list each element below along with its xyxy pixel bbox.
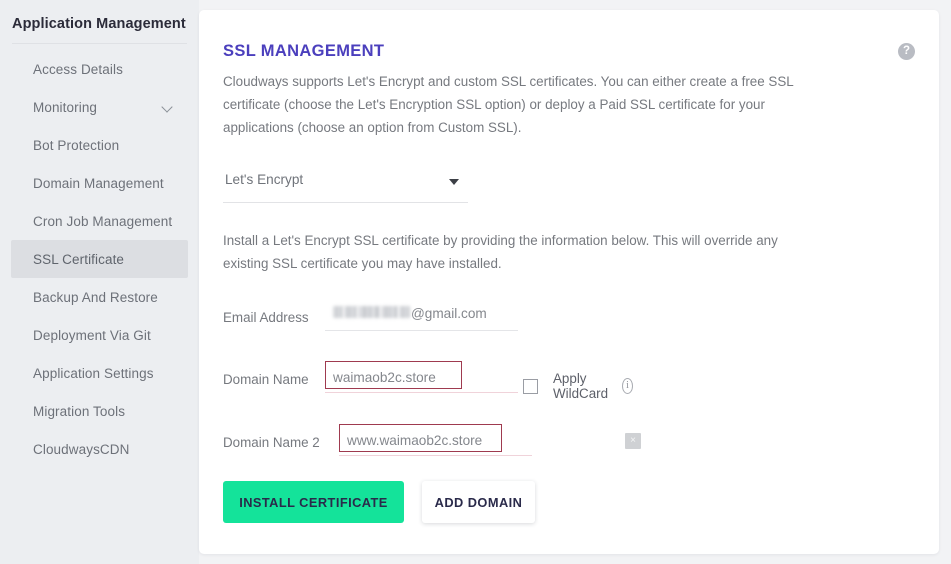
sidebar-item-cron-job-management[interactable]: Cron Job Management xyxy=(11,202,188,240)
sidebar-item-label: Backup And Restore xyxy=(33,289,158,305)
sidebar-item-application-settings[interactable]: Application Settings xyxy=(11,354,188,392)
sidebar-item-domain-management[interactable]: Domain Management xyxy=(11,164,188,202)
sidebar-item-label: Bot Protection xyxy=(33,137,120,153)
sidebar-item-ssl-certificate[interactable]: SSL Certificate xyxy=(11,240,188,278)
sidebar-item-label: CloudwaysCDN xyxy=(33,441,130,457)
email-address-row: Email Address @gmail.com xyxy=(223,303,518,337)
sidebar-item-access-details[interactable]: Access Details xyxy=(11,50,188,88)
remove-domain-icon[interactable]: × xyxy=(625,433,641,449)
sidebar-item-label: Monitoring xyxy=(33,99,98,115)
add-domain-button[interactable]: ADD DOMAIN xyxy=(422,481,535,523)
install-description: Install a Let's Encrypt SSL certificate … xyxy=(223,233,778,271)
ssl-type-selected-value: Let's Encrypt xyxy=(225,172,304,187)
apply-wildcard-checkbox[interactable] xyxy=(523,378,538,394)
email-address-label: Email Address xyxy=(223,310,309,325)
sidebar: Application Management Access Details Mo… xyxy=(0,0,199,564)
sidebar-item-bot-protection[interactable]: Bot Protection xyxy=(11,126,188,164)
sidebar-nav: Access Details Monitoring Bot Protection… xyxy=(0,50,199,468)
sidebar-item-label: Deployment Via Git xyxy=(33,327,151,343)
domain-name-field[interactable] xyxy=(325,365,518,393)
page-title: SSL MANAGEMENT xyxy=(223,42,385,60)
sidebar-item-backup-and-restore[interactable]: Backup And Restore xyxy=(11,278,188,316)
ssl-management-card: ? SSL MANAGEMENT Cloudways supports Let'… xyxy=(199,10,939,554)
sidebar-title: Application Management xyxy=(12,16,186,32)
sidebar-item-label: Domain Management xyxy=(33,175,164,191)
sidebar-item-migration-tools[interactable]: Migration Tools xyxy=(11,392,188,430)
chevron-down-icon xyxy=(163,102,174,113)
sidebar-item-deployment-via-git[interactable]: Deployment Via Git xyxy=(11,316,188,354)
domain-name-2-field-wrap: × xyxy=(339,424,641,456)
sidebar-item-label: Migration Tools xyxy=(33,403,126,419)
ssl-type-select[interactable]: Let's Encrypt xyxy=(223,168,468,203)
help-icon[interactable]: ? xyxy=(898,43,915,60)
email-field-wrap: @gmail.com xyxy=(325,303,518,331)
action-buttons: INSTALL CERTIFICATE ADD DOMAIN xyxy=(223,481,535,523)
domain-name-2-row: Domain Name 2 × xyxy=(223,424,641,462)
email-field[interactable] xyxy=(325,303,518,331)
sidebar-divider xyxy=(12,43,187,44)
domain-name-label: Domain Name xyxy=(223,372,309,387)
install-certificate-button[interactable]: INSTALL CERTIFICATE xyxy=(223,481,404,523)
card-description: Cloudways supports Let's Encrypt and cus… xyxy=(223,74,794,135)
sidebar-item-label: SSL Certificate xyxy=(33,251,125,267)
sidebar-item-label: Access Details xyxy=(33,61,123,77)
sidebar-item-label: Cron Job Management xyxy=(33,213,173,229)
domain-name-2-label: Domain Name 2 xyxy=(223,435,320,450)
domain-name-row: Domain Name Apply WildCard i xyxy=(223,361,634,401)
chevron-down-icon xyxy=(449,179,459,185)
apply-wildcard-label: Apply WildCard xyxy=(553,371,609,401)
domain-name-field-wrap xyxy=(325,361,518,393)
apply-wildcard-group: Apply WildCard i xyxy=(523,371,634,401)
sidebar-item-label: Application Settings xyxy=(33,365,154,381)
domain-name-2-field[interactable] xyxy=(339,428,532,456)
sidebar-item-monitoring[interactable]: Monitoring xyxy=(11,88,188,126)
info-icon[interactable]: i xyxy=(621,378,634,394)
sidebar-item-cloudways-cdn[interactable]: CloudwaysCDN xyxy=(11,430,188,468)
